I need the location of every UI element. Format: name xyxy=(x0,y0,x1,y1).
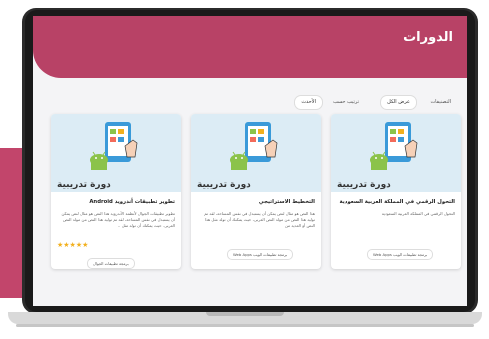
course-category-tag[interactable]: برمجة تطبيقات الويب Web Apps xyxy=(227,249,294,260)
sort-newest-button[interactable]: الأحدث xyxy=(294,95,323,110)
laptop-base-shadow xyxy=(16,324,474,327)
course-card[interactable]: دورة تدريبية التخطيط الاستراتيجي هذا الن… xyxy=(191,114,321,269)
course-card[interactable]: دورة تدريبية تطوير تطبيقات أندرويد Andro… xyxy=(51,114,181,269)
categories-label: التصنيفات xyxy=(430,99,451,105)
banner-text: دورة تدريبية xyxy=(197,180,251,190)
page-title: الدورات xyxy=(403,30,453,45)
android-phone-icon xyxy=(90,122,138,170)
laptop-screen: الدورات التصنيفات عرض الكل ترتيب حسب الأ… xyxy=(33,16,467,306)
course-category-tag[interactable]: برمجة تطبيقات الويب Web Apps xyxy=(367,249,434,260)
course-description: هذا النص هو مثال لنص يمكن أن يستبدل في ن… xyxy=(204,211,315,228)
course-description: تطوير تطبيقات الجوال لأنظمة الأندرويد هذ… xyxy=(61,211,175,228)
page-header: الدورات xyxy=(33,16,467,78)
course-title[interactable]: التحول الرقمي في المملكة العربية السعودي… xyxy=(337,199,455,205)
course-banner: دورة تدريبية xyxy=(331,114,461,192)
android-phone-icon xyxy=(230,122,278,170)
filter-bar: التصنيفات عرض الكل ترتيب حسب الأحدث xyxy=(49,93,451,113)
course-title[interactable]: تطوير تطبيقات أندرويد Android xyxy=(57,199,175,205)
rating-stars-icon: ★★★★★ xyxy=(57,241,89,249)
course-title[interactable]: التخطيط الاستراتيجي xyxy=(197,199,315,205)
show-all-button[interactable]: عرض الكل xyxy=(380,95,417,110)
android-phone-icon xyxy=(370,122,418,170)
laptop-base xyxy=(8,312,482,324)
course-banner: دورة تدريبية xyxy=(51,114,181,192)
banner-text: دورة تدريبية xyxy=(337,180,391,190)
course-card[interactable]: دورة تدريبية التحول الرقمي في المملكة ال… xyxy=(331,114,461,269)
course-description: التحول الرقمي في المملكة العربية السعودي… xyxy=(381,211,455,216)
course-category-tag[interactable]: برمجة تطبيقات الجوال xyxy=(87,258,135,269)
course-banner: دورة تدريبية xyxy=(191,114,321,192)
sort-label: ترتيب حسب xyxy=(332,99,359,105)
banner-text: دورة تدريبية xyxy=(57,180,111,190)
laptop-notch xyxy=(206,312,284,316)
